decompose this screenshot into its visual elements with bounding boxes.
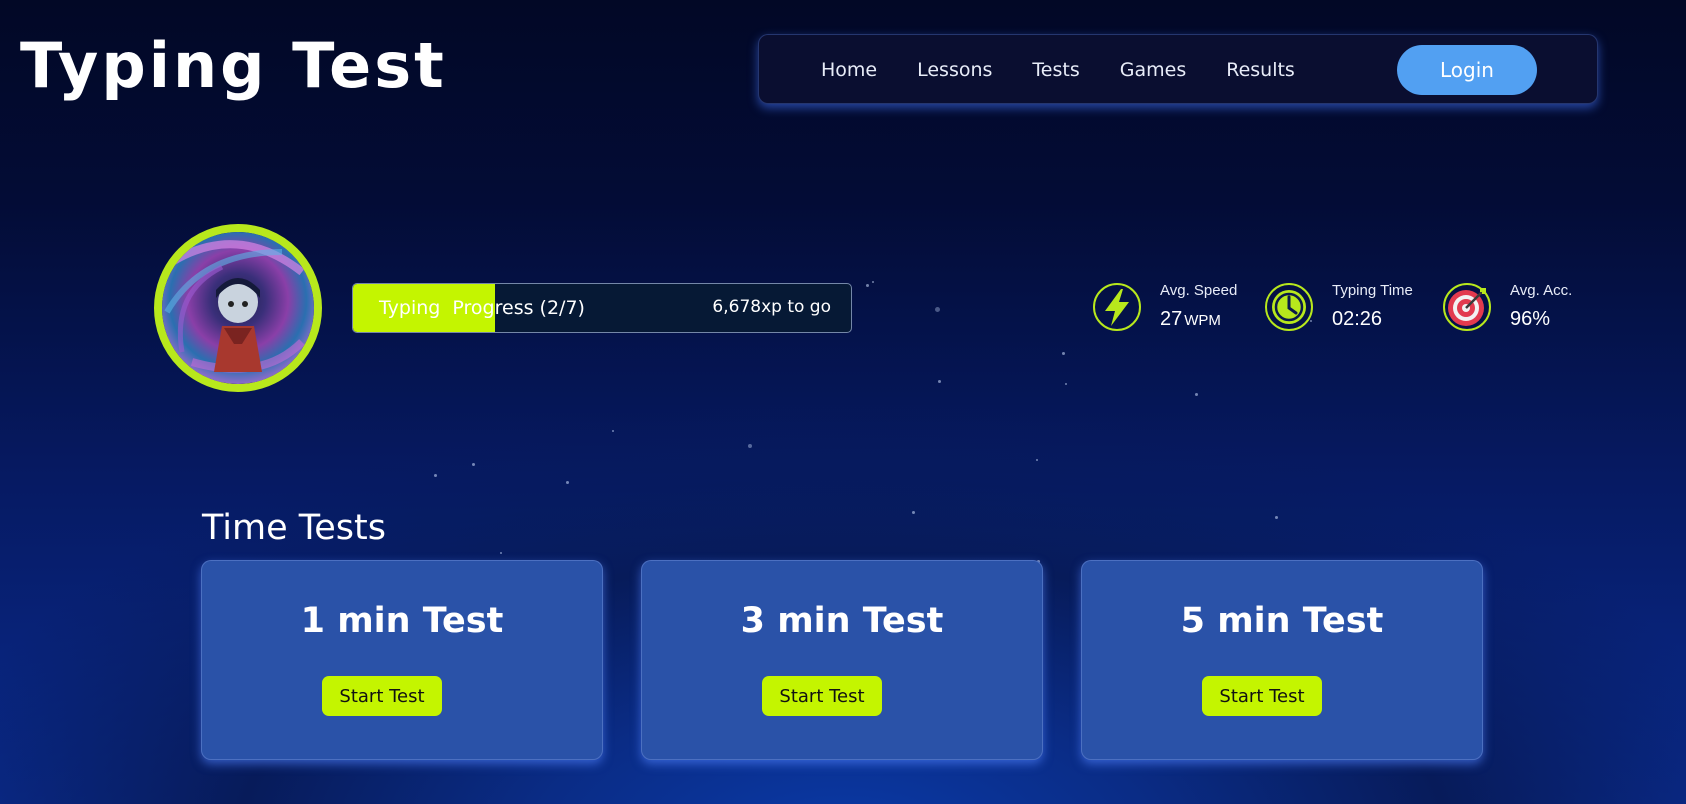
section-title-time-tests: Time Tests (202, 508, 386, 548)
start-test-button[interactable]: Start Test (322, 676, 442, 716)
avatar-image (162, 232, 314, 384)
start-test-button[interactable]: Start Test (762, 676, 882, 716)
stat-value: 96% (1510, 308, 1551, 330)
stat-value: 27 WPM (1160, 308, 1221, 330)
typing-progress-bar: Typing Progress (2/7) 6,678xp to go (352, 283, 852, 333)
stat-label: Typing Time (1332, 282, 1413, 299)
site-logo[interactable]: Typing Test (20, 26, 447, 106)
progress-xp-remaining: 6,678xp to go (712, 297, 831, 317)
stat-unit: WPM (1184, 312, 1221, 329)
nav-link-home[interactable]: Home (821, 59, 877, 81)
target-icon (1442, 282, 1492, 332)
clock-icon (1264, 282, 1314, 332)
lightning-icon (1092, 282, 1142, 332)
login-button[interactable]: Login (1397, 45, 1537, 95)
test-card-5min: 5 min Test Start Test (1081, 560, 1483, 760)
nav-link-results[interactable]: Results (1226, 59, 1295, 81)
test-card-1min: 1 min Test Start Test (201, 560, 603, 760)
nav-link-lessons[interactable]: Lessons (917, 59, 992, 81)
main-navbar: Home Lessons Tests Games Results Login (758, 34, 1598, 104)
progress-label: Typing Progress (2/7) (379, 297, 585, 319)
stat-label: Avg. Speed (1160, 282, 1238, 299)
stat-value: 02:26 (1332, 308, 1383, 330)
card-title: 5 min Test (1180, 601, 1384, 641)
card-title: 3 min Test (740, 601, 944, 641)
nav-link-games[interactable]: Games (1120, 59, 1186, 81)
user-avatar[interactable] (154, 224, 322, 392)
nav-links: Home Lessons Tests Games Results (821, 35, 1335, 105)
start-test-button[interactable]: Start Test (1202, 676, 1322, 716)
test-card-3min: 3 min Test Start Test (641, 560, 1043, 760)
card-title: 1 min Test (300, 601, 504, 641)
stat-label: Avg. Acc. (1510, 282, 1573, 299)
nav-link-tests[interactable]: Tests (1032, 59, 1079, 81)
